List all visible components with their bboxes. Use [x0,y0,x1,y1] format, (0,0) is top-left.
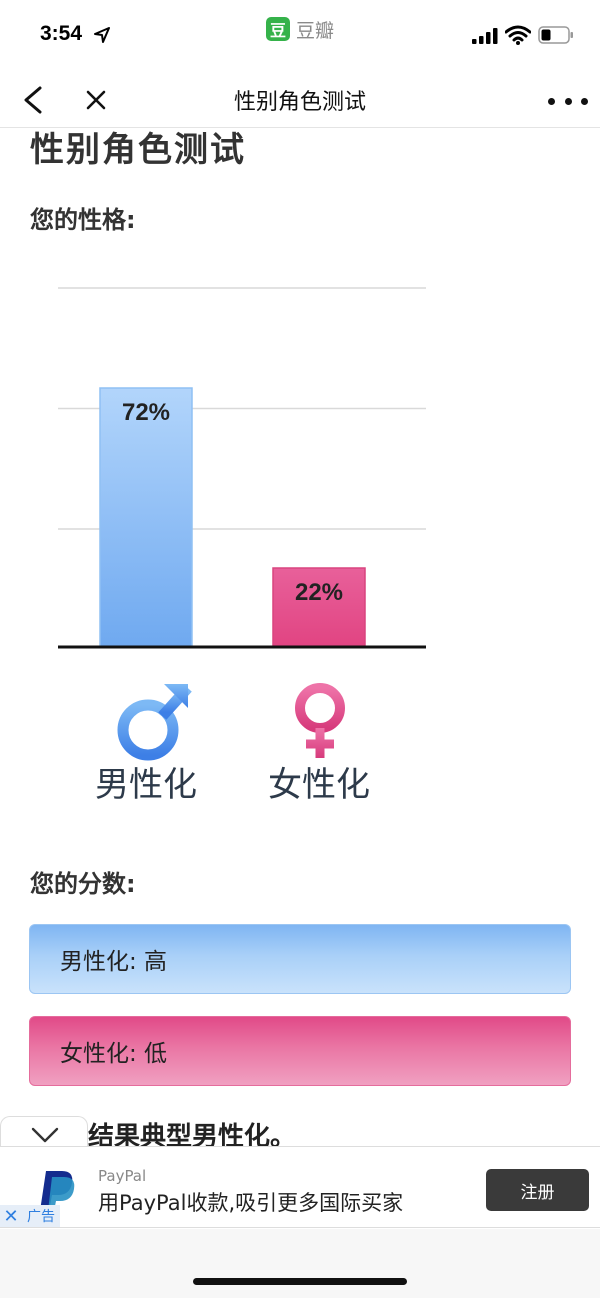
bottom-safe-area [0,1229,600,1298]
ad-tag: 广告 [22,1205,60,1227]
female-value-label: 22% [295,579,343,606]
status-bar: 3:54 豆 豆瓣 [0,0,600,72]
back-button[interactable] [16,80,50,120]
male-symbol-icon [117,684,192,761]
location-arrow-icon [94,27,110,43]
male-category-label: 男性化 [95,765,197,805]
cellular-signal-icon [472,28,498,44]
close-icon [86,90,106,110]
male-value-label: 72% [122,399,170,426]
battery-icon [538,26,573,44]
ad-close-button[interactable]: ✕ [0,1205,22,1227]
more-button[interactable] [548,86,588,116]
female-score-text: 女性化: 低 [60,1041,168,1067]
chevron-left-icon [24,86,42,114]
carrier-name: 豆瓣 [296,19,335,42]
status-time: 3:54 [40,22,83,45]
ad-brand: PayPal [98,1167,147,1185]
home-indicator [193,1278,407,1285]
personality-label: 您的性格: [30,206,136,234]
collapse-button[interactable] [0,1116,88,1150]
female-score-bar: 女性化: 低 [29,1016,571,1086]
ad-text: 用PayPal收款,吸引更多国际买家 [98,1191,404,1215]
female-category-label: 女性化 [268,765,370,805]
male-score-bar: 男性化: 高 [29,924,571,994]
ad-banner[interactable]: PayPal 用PayPal收款,吸引更多国际买家 注册 ✕ 广告 [0,1146,600,1228]
ad-register-button[interactable]: 注册 [486,1169,589,1211]
male-bar [99,387,193,648]
douban-logo-icon: 豆 [266,17,290,41]
male-score-text: 男性化: 高 [60,949,168,975]
nav-title: 性别角色测试 [233,90,366,115]
wifi-icon [505,25,531,45]
close-button[interactable] [80,82,112,118]
more-icon [548,97,555,105]
score-label: 您的分数: [30,870,136,898]
carrier: 豆 豆瓣 [266,16,334,42]
page-title: 性别角色测试 [30,130,246,170]
gender-chart: 72% 22% 男性化 女性化 [58,287,426,805]
female-symbol-icon [295,683,345,758]
nav-bar: 性别角色测试 [0,72,600,128]
